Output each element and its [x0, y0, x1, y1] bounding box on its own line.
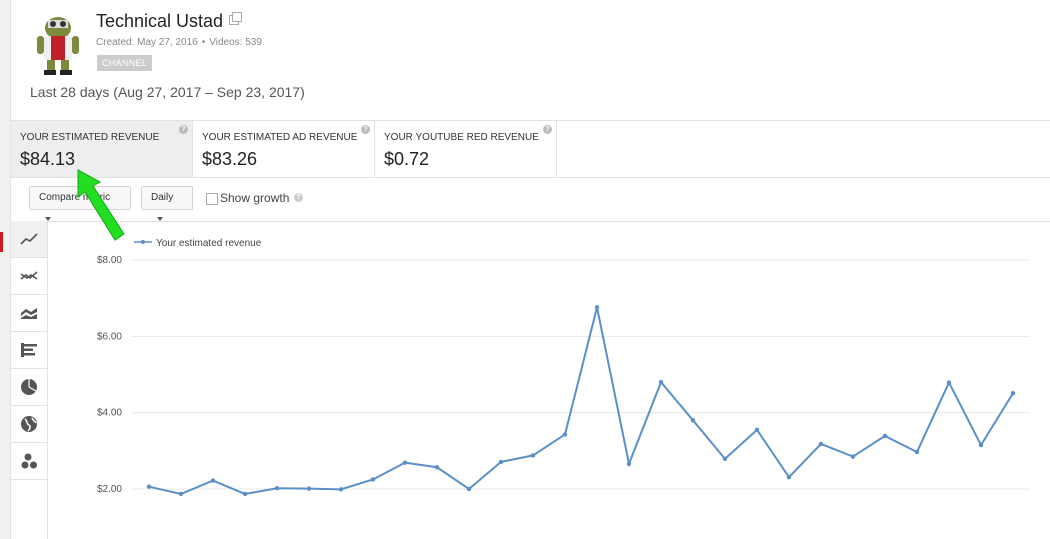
y-tick-label: $8.00 — [97, 255, 122, 266]
chart-type-bar[interactable] — [11, 332, 47, 369]
data-point[interactable] — [658, 379, 664, 385]
chart-type-map[interactable] — [11, 406, 47, 443]
line-chart-icon — [20, 233, 38, 245]
external-link-icon[interactable] — [229, 12, 243, 25]
data-point[interactable] — [370, 477, 376, 482]
data-point[interactable] — [338, 487, 344, 492]
channel-created: Created: May 27, 2016 — [96, 37, 198, 48]
help-icon[interactable]: ? — [543, 125, 552, 134]
stacked-area-chart-icon — [21, 308, 37, 319]
help-icon[interactable]: ? — [179, 125, 188, 134]
chart-type-multi-line[interactable] — [11, 258, 47, 295]
data-point[interactable] — [786, 474, 792, 480]
metric-label: YOUR YOUTUBE RED REVENUE — [384, 132, 539, 143]
annotation-arrow — [77, 169, 125, 241]
channel-avatar[interactable] — [34, 14, 82, 76]
data-point[interactable] — [466, 486, 472, 492]
data-point[interactable] — [722, 456, 728, 462]
data-point[interactable] — [210, 478, 216, 483]
bubble-chart-icon — [21, 453, 37, 469]
revenue-line-chart: $8.00 $6.00 $4.00 $2.00 Your estimated reve… — [97, 238, 1030, 497]
multi-line-chart-icon — [20, 271, 38, 280]
data-point[interactable] — [626, 461, 632, 467]
y-tick-label: $6.00 — [97, 331, 122, 342]
y-tick-label: $4.00 — [97, 408, 122, 419]
channel-meta: Created: May 27, 2016 • Videos: 539 — [96, 37, 262, 48]
data-point[interactable] — [242, 491, 248, 497]
data-point[interactable] — [818, 441, 824, 447]
chart-type-bubble[interactable] — [11, 443, 47, 480]
data-point[interactable] — [978, 442, 984, 448]
data-point[interactable] — [178, 491, 184, 497]
channel-videos: Videos: 539 — [209, 37, 262, 48]
data-point[interactable] — [402, 460, 408, 465]
interval-dropdown[interactable]: Daily — [141, 186, 193, 222]
y-tick-label: $2.00 — [97, 484, 122, 495]
metric-label: YOUR ESTIMATED AD REVENUE — [202, 132, 358, 143]
data-point[interactable] — [882, 433, 888, 439]
metric-value: $83.26 — [202, 149, 258, 169]
data-point[interactable] — [690, 418, 696, 423]
meta-separator: • — [201, 37, 206, 48]
data-point[interactable] — [1010, 391, 1016, 396]
chart-controls: Compare metric Daily Show growth ? — [11, 177, 1050, 222]
legend-marker — [141, 240, 145, 244]
chart-type-pie[interactable] — [11, 369, 47, 406]
globe-icon — [21, 416, 37, 432]
left-page-border — [0, 0, 11, 539]
data-point[interactable] — [274, 486, 280, 491]
data-point[interactable] — [306, 486, 312, 491]
data-point[interactable] — [946, 380, 952, 385]
data-point[interactable] — [498, 459, 504, 465]
help-icon[interactable]: ? — [361, 125, 370, 134]
chart-type-line[interactable] — [11, 221, 47, 258]
help-icon[interactable]: ? — [294, 193, 303, 202]
pie-chart-icon — [21, 379, 37, 395]
channel-title[interactable]: Technical Ustad — [96, 11, 243, 32]
chart-type-stacked-area[interactable] — [11, 295, 47, 332]
data-point[interactable] — [146, 484, 152, 489]
show-growth-label[interactable]: Show growth — [220, 191, 289, 205]
data-point[interactable] — [850, 454, 856, 459]
metric-label: YOUR ESTIMATED REVENUE — [20, 132, 160, 143]
interval-label: Daily — [151, 192, 174, 203]
show-growth-checkbox[interactable] — [206, 193, 218, 205]
data-point[interactable] — [914, 449, 920, 455]
chart-type-selector — [11, 221, 48, 539]
channel-title-text[interactable]: Technical Ustad — [96, 11, 223, 31]
metric-value: $0.72 — [384, 149, 430, 169]
active-nav-marker — [0, 232, 3, 252]
metric-tab-youtube-red-revenue[interactable]: YOUR YOUTUBE RED REVENUE $0.72 ? — [375, 121, 557, 177]
data-point[interactable] — [434, 465, 440, 470]
legend-label[interactable]: Your estimated revenue — [156, 238, 262, 249]
metric-tabs: YOUR ESTIMATED REVENUE $84.13 ? YOUR EST… — [11, 120, 1050, 178]
metric-tab-estimated-ad-revenue[interactable]: YOUR ESTIMATED AD REVENUE $83.26 ? — [193, 121, 375, 177]
date-range[interactable]: Last 28 days (Aug 27, 2017 – Sep 23, 201… — [30, 84, 305, 100]
bar-chart-icon — [21, 343, 37, 357]
data-point[interactable] — [754, 427, 760, 433]
channel-badge: CHANNEL — [97, 55, 153, 71]
data-point[interactable] — [562, 432, 568, 437]
data-point[interactable] — [530, 453, 536, 458]
data-point[interactable] — [594, 305, 600, 310]
series-line — [148, 307, 1014, 496]
